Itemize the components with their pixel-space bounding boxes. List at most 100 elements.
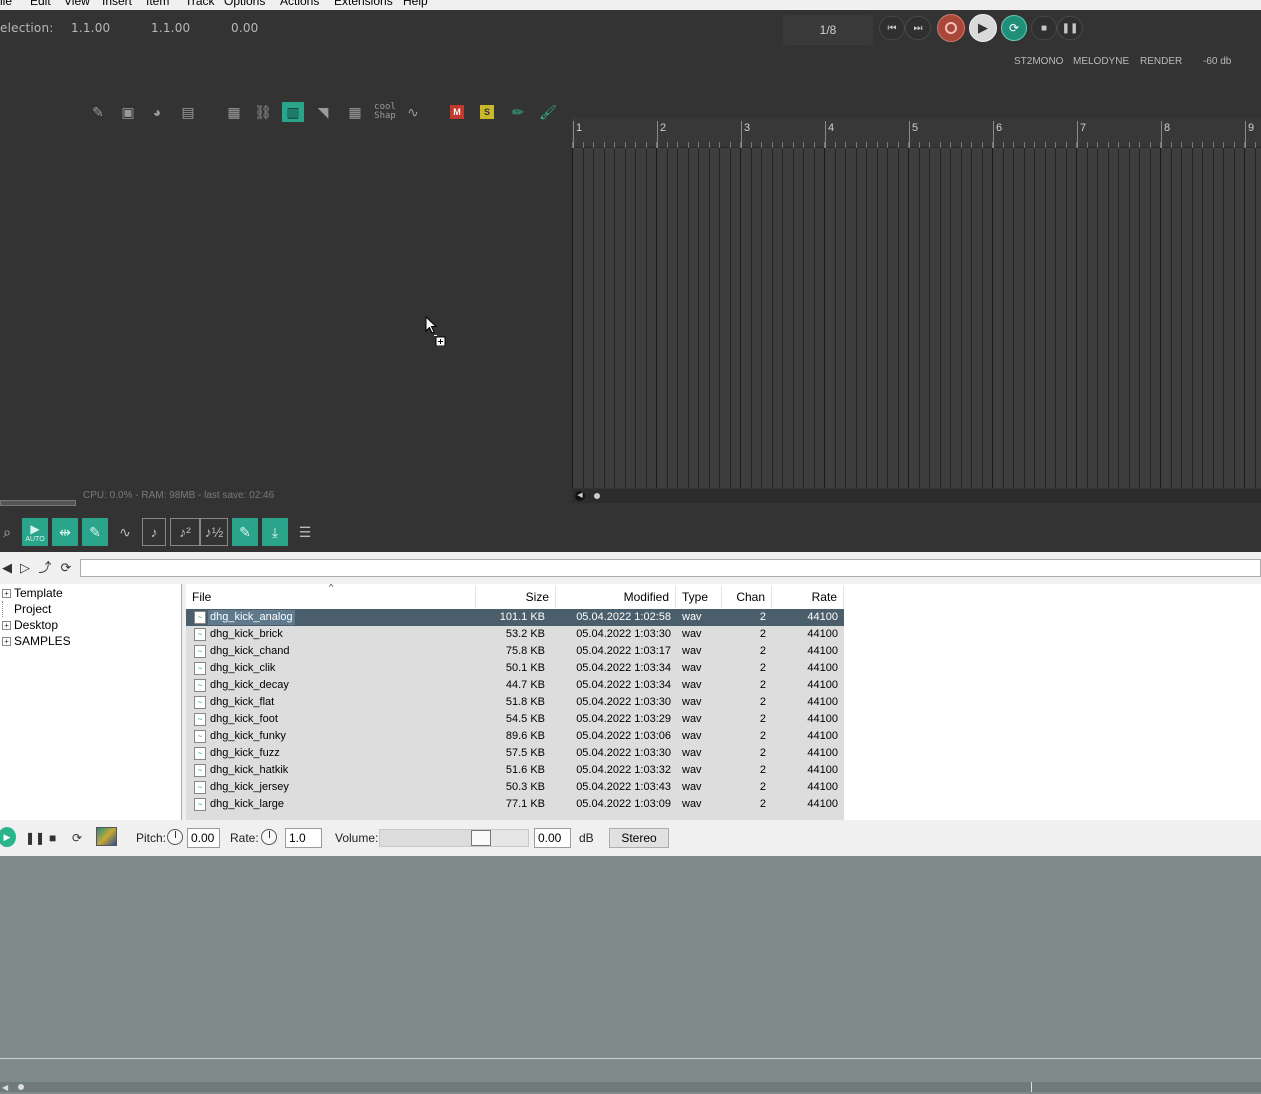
record-button[interactable]	[937, 14, 965, 42]
tree-item-samples[interactable]: + SAMPLES	[0, 633, 71, 649]
expand-icon[interactable]: +	[2, 636, 11, 646]
play-button[interactable]: ▶	[969, 14, 997, 42]
bottom-scrollbar[interactable]: ◀	[0, 1082, 1261, 1092]
grid-icon[interactable]: ▦	[223, 102, 245, 122]
menu-insert[interactable]: Insert	[102, 0, 132, 8]
tcp-scrollbar[interactable]	[0, 500, 76, 506]
render-button[interactable]: RENDER	[1140, 56, 1182, 67]
expand-icon[interactable]: +	[2, 588, 11, 598]
repeat-button[interactable]: ⟳	[1001, 15, 1027, 41]
volume-slider-thumb[interactable]	[471, 830, 491, 846]
forward-icon[interactable]: ▷	[18, 561, 32, 575]
file-row[interactable]: ~ dhg_kick_flat 51.8 KB 05.04.2022 1:03:30 w…	[186, 694, 844, 711]
file-row[interactable]: ~ dhg_kick_foot 54.5 KB 05.04.2022 1:03:29 w…	[186, 711, 844, 728]
arrange-view[interactable]	[572, 148, 1261, 488]
ripple-icon[interactable]: ◥	[312, 102, 334, 122]
scroll-left-icon[interactable]: ◀	[2, 1083, 8, 1092]
volume-slider[interactable]	[379, 829, 529, 847]
stop-button[interactable]: ■	[1031, 16, 1057, 40]
scroll-left-icon[interactable]: ◀	[575, 491, 585, 501]
search-icon[interactable]: ⌕	[0, 518, 20, 546]
speaker-icon[interactable]: ▣	[117, 102, 139, 122]
scroll-thumb[interactable]	[18, 1084, 24, 1090]
column-chan[interactable]: Chan	[722, 586, 772, 608]
menu-actions[interactable]: Actions	[280, 0, 319, 8]
note-x2-icon[interactable]: ♪²	[170, 518, 200, 546]
timeline-ruler[interactable]: 1 2 3 4 5 6 7 8 9	[572, 118, 1261, 148]
duck-icon[interactable]: ◕	[146, 102, 168, 122]
column-rate[interactable]: Rate	[772, 586, 844, 608]
st2mono-button[interactable]: ST2MONO	[1014, 56, 1063, 67]
back-icon[interactable]: ◀	[0, 561, 14, 575]
refresh-icon[interactable]: ⟳	[59, 561, 73, 575]
pencil-lock-icon[interactable]: ✎	[232, 518, 258, 546]
note-half-icon[interactable]: ♪½	[200, 518, 228, 546]
color-tag-icon[interactable]	[96, 827, 117, 846]
pitch-knob[interactable]	[167, 829, 183, 845]
column-type[interactable]: Type	[676, 586, 722, 608]
waveform-icon[interactable]: ∿	[402, 102, 424, 122]
file-row[interactable]: ~ dhg_kick_brick 53.2 KB 05.04.2022 1:03:30…	[186, 626, 844, 643]
menu-edit[interactable]: Edit	[30, 0, 51, 8]
preview-waveform[interactable]	[0, 856, 1261, 1058]
options-icon[interactable]: ☰	[292, 518, 318, 546]
auto-play-button[interactable]: ▶ AUTO	[22, 518, 48, 546]
column-size[interactable]: Size	[476, 586, 556, 608]
column-modified[interactable]: Modified	[556, 586, 676, 608]
file-row[interactable]: ~ dhg_kick_funky 89.6 KB 05.04.2022 1:03:06…	[186, 728, 844, 745]
cool-shap-button[interactable]: cool Shap	[370, 102, 400, 122]
go-to-start-button[interactable]: ⏮	[879, 16, 905, 40]
tree-item-desktop[interactable]: + Desktop	[0, 617, 58, 633]
selection-end[interactable]: 1.1.00	[151, 21, 190, 35]
tree-item-project[interactable]: Project	[0, 601, 51, 617]
track-control-panel[interactable]	[0, 132, 572, 488]
time-signature-display[interactable]: 1/8	[783, 15, 873, 45]
preview-stop-icon[interactable]: ■	[49, 831, 56, 845]
file-row[interactable]: ~ dhg_kick_decay 44.7 KB 05.04.2022 1:03:34…	[186, 677, 844, 694]
file-row[interactable]: ~ dhg_kick_chand 75.8 KB 05.04.2022 1:03:17…	[186, 643, 844, 660]
selection-length[interactable]: 0.00	[231, 21, 259, 35]
menu-item[interactable]: Item	[146, 0, 169, 8]
volume-input[interactable]	[534, 828, 571, 848]
rate-knob[interactable]	[261, 829, 277, 845]
menu-track[interactable]: Track	[185, 0, 215, 8]
preview-repeat-icon[interactable]: ⟳	[72, 831, 82, 845]
file-row[interactable]: ~ dhg_kick_jersey 50.3 KB 05.04.2022 1:03:4…	[186, 779, 844, 796]
menu-file[interactable]: ile	[0, 0, 12, 8]
notes-icon[interactable]: ▤	[177, 102, 199, 122]
menu-options[interactable]: Options	[224, 0, 265, 8]
note-icon[interactable]: ♪	[142, 518, 166, 546]
insert-icon[interactable]: ⤓	[262, 518, 288, 546]
file-row[interactable]: ~ dhg_kick_large 77.1 KB 05.04.2022 1:03:09…	[186, 796, 844, 813]
menu-view[interactable]: View	[64, 0, 90, 8]
go-to-end-button[interactable]: ⏭	[905, 16, 931, 40]
tree-item-template[interactable]: + Template	[0, 585, 63, 601]
up-folder-icon[interactable]: ⤴	[38, 561, 52, 575]
snap-grid-icon[interactable]: ▥	[282, 102, 304, 122]
preview-pause-icon[interactable]: ❚❚	[25, 831, 45, 845]
pause-button[interactable]: ❚❚	[1057, 16, 1083, 40]
arrange-horizontal-scrollbar[interactable]: ◀	[572, 489, 1261, 503]
selection-start[interactable]: 1.1.00	[71, 21, 110, 35]
table-icon[interactable]: ▦	[341, 102, 369, 122]
pitch-input[interactable]	[187, 828, 220, 848]
search-pencil-icon[interactable]: ✎	[82, 518, 108, 546]
file-row[interactable]: ~ dhg_kick_analog 101.1 KB 05.04.2022 1:02:…	[186, 609, 844, 626]
pencil-icon[interactable]: ✏	[507, 102, 529, 122]
stereo-button[interactable]: Stereo	[609, 828, 669, 848]
scroll-thumb[interactable]	[594, 493, 600, 499]
file-row[interactable]: ~ dhg_kick_clik 50.1 KB 05.04.2022 1:03:34 w…	[186, 660, 844, 677]
expand-icon[interactable]: +	[2, 620, 11, 630]
menu-extensions[interactable]: Extensions	[334, 0, 393, 8]
rate-input[interactable]	[285, 828, 322, 848]
link-icon[interactable]: ⛓	[252, 102, 274, 122]
solo-clear-icon[interactable]: S	[476, 102, 498, 122]
melodyne-button[interactable]: MELODYNE	[1073, 56, 1129, 67]
brush-icon[interactable]: 🖌	[537, 102, 559, 122]
file-row[interactable]: ~ dhg_kick_hatkik 51.6 KB 05.04.2022 1:03:3…	[186, 762, 844, 779]
path-input[interactable]	[80, 559, 1261, 577]
waveform-info-icon[interactable]: ∿	[112, 518, 138, 546]
tempo-match-icon[interactable]: ⇹	[52, 518, 78, 546]
edit-icon[interactable]: ✎	[87, 102, 109, 122]
file-row[interactable]: ~ dhg_kick_fuzz 57.5 KB 05.04.2022 1:03:30 w…	[186, 745, 844, 762]
